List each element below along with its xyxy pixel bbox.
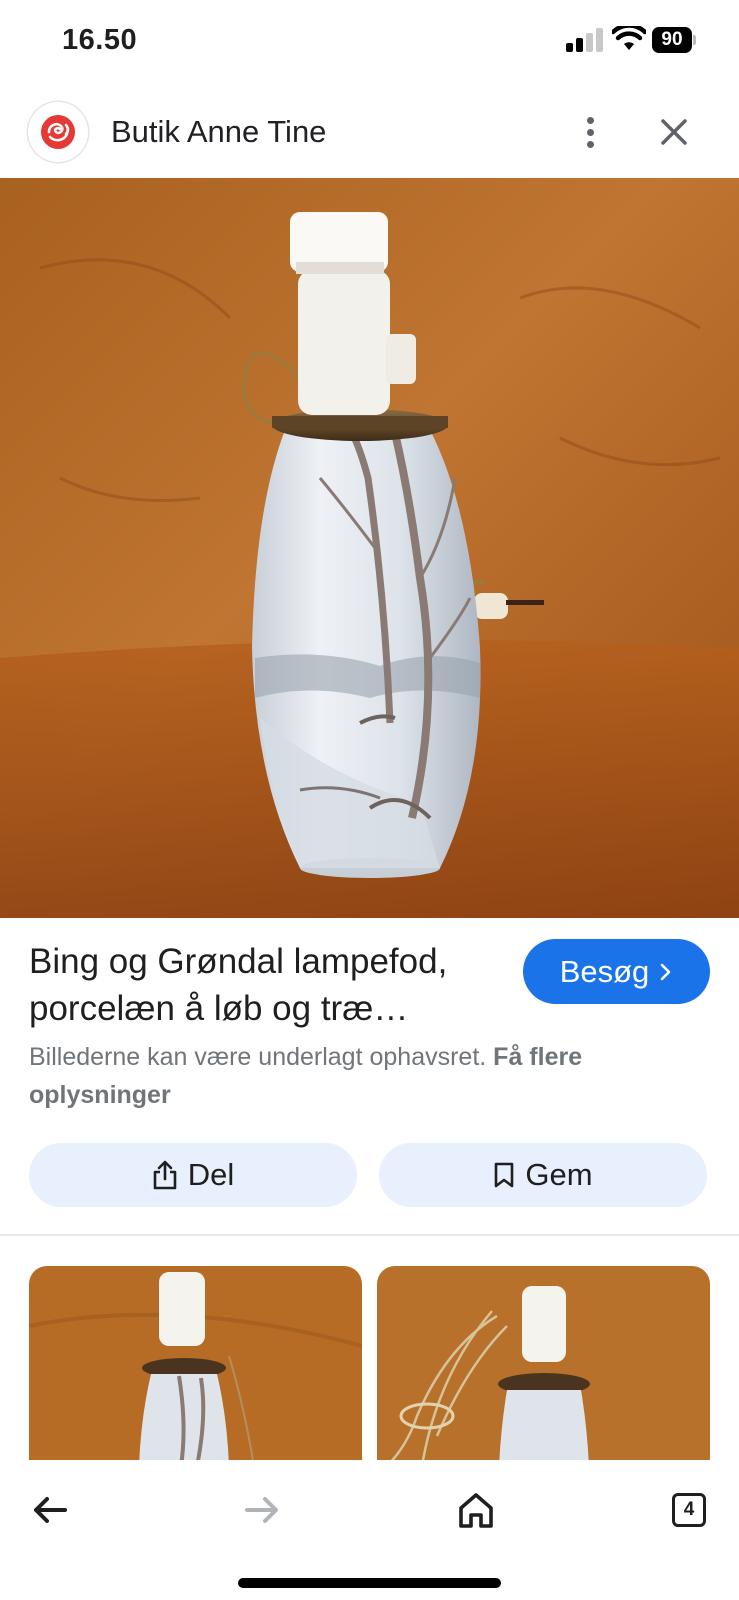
close-button[interactable] xyxy=(652,110,696,154)
save-label: Gem xyxy=(525,1157,593,1192)
home-button[interactable] xyxy=(446,1480,506,1540)
close-icon xyxy=(661,119,687,145)
back-button[interactable] xyxy=(20,1480,80,1540)
forward-button[interactable] xyxy=(232,1480,292,1540)
bookmark-icon xyxy=(495,1162,514,1188)
site-name[interactable]: Butik Anne Tine xyxy=(111,114,326,150)
rose-logo-icon[interactable] xyxy=(28,102,88,162)
arrow-left-icon xyxy=(34,1497,67,1523)
chevron-right-icon xyxy=(660,963,671,980)
status-time: 16.50 xyxy=(62,24,138,56)
related-image-2[interactable] xyxy=(377,1266,710,1466)
arrow-right-icon xyxy=(245,1497,278,1523)
more-vert-icon xyxy=(586,116,594,124)
result-title[interactable]: Bing og Grøndal lampefod, porcelæn å løb… xyxy=(29,938,509,1032)
share-button[interactable]: Del xyxy=(29,1143,357,1207)
visit-button[interactable]: Besøg xyxy=(523,939,710,1004)
status-bar: 16.50 90 xyxy=(0,0,739,86)
wifi-icon xyxy=(610,23,648,57)
product-image[interactable] xyxy=(0,178,739,918)
battery-level: 90 xyxy=(652,27,692,53)
home-indicator[interactable] xyxy=(238,1578,501,1588)
save-button[interactable]: Gem xyxy=(379,1143,707,1207)
copyright-notice: Billederne kan være underlagt ophavsret.… xyxy=(29,1038,709,1114)
battery-icon: 90 xyxy=(652,27,696,53)
more-options-button[interactable] xyxy=(570,106,610,158)
related-image-1[interactable] xyxy=(29,1266,362,1466)
visit-label: Besøg xyxy=(559,953,650,989)
divider xyxy=(0,1234,739,1236)
share-icon xyxy=(153,1160,177,1190)
cellular-signal-icon xyxy=(566,28,604,52)
tab-count: 4 xyxy=(672,1493,706,1527)
tabs-button[interactable]: 4 xyxy=(659,1480,719,1540)
copyright-text: Billederne kan være underlagt ophavsret. xyxy=(29,1043,487,1071)
site-header: Butik Anne Tine xyxy=(0,86,739,178)
bottom-navigation: 4 xyxy=(0,1460,739,1600)
home-icon xyxy=(459,1493,493,1528)
share-label: Del xyxy=(187,1157,235,1192)
